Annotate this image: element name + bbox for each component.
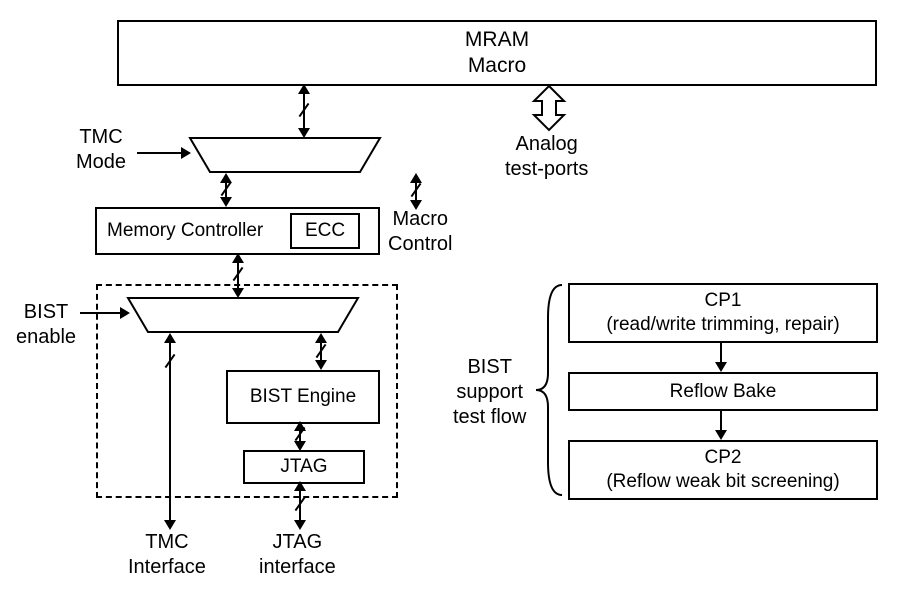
mux-tmc: [190, 138, 380, 172]
arrowhead-icon: [715, 362, 727, 372]
block-mram-macro: MRAM Macro: [117, 20, 877, 86]
arrowhead-icon: [298, 84, 310, 94]
txt-jtag-if-l2: interface: [259, 556, 336, 578]
txt-macro-ctrl-l1: Macro: [392, 208, 448, 230]
arrowhead-icon: [410, 200, 422, 210]
txt-mram-l2: Macro: [468, 54, 526, 77]
label-macro-ctrl: Macro Control: [388, 207, 452, 257]
label-tmc-mode: TMC Mode: [76, 125, 126, 175]
arrowhead-icon: [164, 333, 176, 343]
txt-mram-l1: MRAM: [465, 28, 529, 51]
block-reflow: Reflow Bake: [568, 372, 878, 411]
label-bist-flow: BIST support test flow: [453, 355, 526, 430]
txt-reflow: Reflow Bake: [670, 380, 777, 404]
label-bist-enable: BIST enable: [16, 300, 76, 350]
txt-jtag: JTAG: [280, 455, 327, 479]
arrow-tmc-mux: [137, 152, 181, 154]
txt-ecc: ECC: [305, 219, 345, 243]
arrow-bist-enable: [80, 312, 120, 314]
txt-tmc-mode-l2: Mode: [76, 151, 126, 173]
diagram-canvas: MRAM Macro Memory Controller ECC BIST En…: [0, 0, 897, 595]
txt-tmc-if-l1: TMC: [145, 531, 188, 553]
txt-jtag-if-l1: JTAG: [273, 531, 323, 553]
txt-tmc-mode-l1: TMC: [79, 126, 122, 148]
block-jtag: JTAG: [243, 450, 365, 484]
txt-analog-l2: test-ports: [505, 158, 588, 180]
txt-bist-engine: BIST Engine: [250, 385, 356, 409]
analog-big-arrow-icon: [534, 86, 564, 130]
block-ecc: ECC: [290, 213, 360, 249]
txt-cp2-l1: CP2: [705, 447, 742, 468]
arrowhead-icon: [181, 147, 191, 159]
arrowhead-icon: [294, 441, 306, 451]
txt-bist-en-l1: BIST: [24, 301, 68, 323]
label-jtag-if: JTAG interface: [259, 530, 336, 580]
arrowhead-icon: [232, 253, 244, 263]
arrowhead-icon: [298, 128, 310, 138]
arrow-reflow-cp2: [720, 409, 722, 431]
arrowhead-icon: [315, 333, 327, 343]
txt-bist-en-l2: enable: [16, 326, 76, 348]
arrowhead-icon: [220, 197, 232, 207]
txt-bist-flow-l2: support: [456, 381, 523, 403]
txt-analog-l1: Analog: [516, 133, 578, 155]
mux-bist: [128, 298, 358, 332]
label-tmc-if: TMC Interface: [128, 530, 206, 580]
txt-macro-ctrl-l2: Control: [388, 233, 452, 255]
txt-bist-flow-l3: test flow: [453, 406, 526, 428]
txt-bist-flow-l1: BIST: [467, 356, 511, 378]
arrowhead-icon: [715, 430, 727, 440]
block-bist-engine: BIST Engine: [226, 370, 380, 424]
block-cp1: CP1 (read/write trimming, repair): [568, 283, 878, 343]
arrow-cp1-reflow: [720, 341, 722, 363]
label-analog: Analog test-ports: [505, 132, 588, 182]
txt-cp2-l2: (Reflow weak bit screening): [606, 471, 839, 492]
arrow-tmc-interface: [169, 340, 171, 520]
txt-tmc-if-l2: Interface: [128, 556, 206, 578]
arrowhead-icon: [294, 481, 306, 491]
arrowhead-icon: [410, 173, 422, 183]
arrowhead-icon: [315, 360, 327, 370]
brace-icon: [534, 283, 564, 497]
txt-cp1-l2: (read/write trimming, repair): [606, 314, 839, 335]
txt-mem-ctrl: Memory Controller: [107, 219, 263, 243]
arrowhead-icon: [294, 520, 306, 530]
txt-cp1-l1: CP1: [705, 290, 742, 311]
arrowhead-icon: [120, 307, 130, 319]
block-cp2: CP2 (Reflow weak bit screening): [568, 440, 878, 500]
arrowhead-icon: [164, 520, 176, 530]
arrowhead-icon: [232, 288, 244, 298]
